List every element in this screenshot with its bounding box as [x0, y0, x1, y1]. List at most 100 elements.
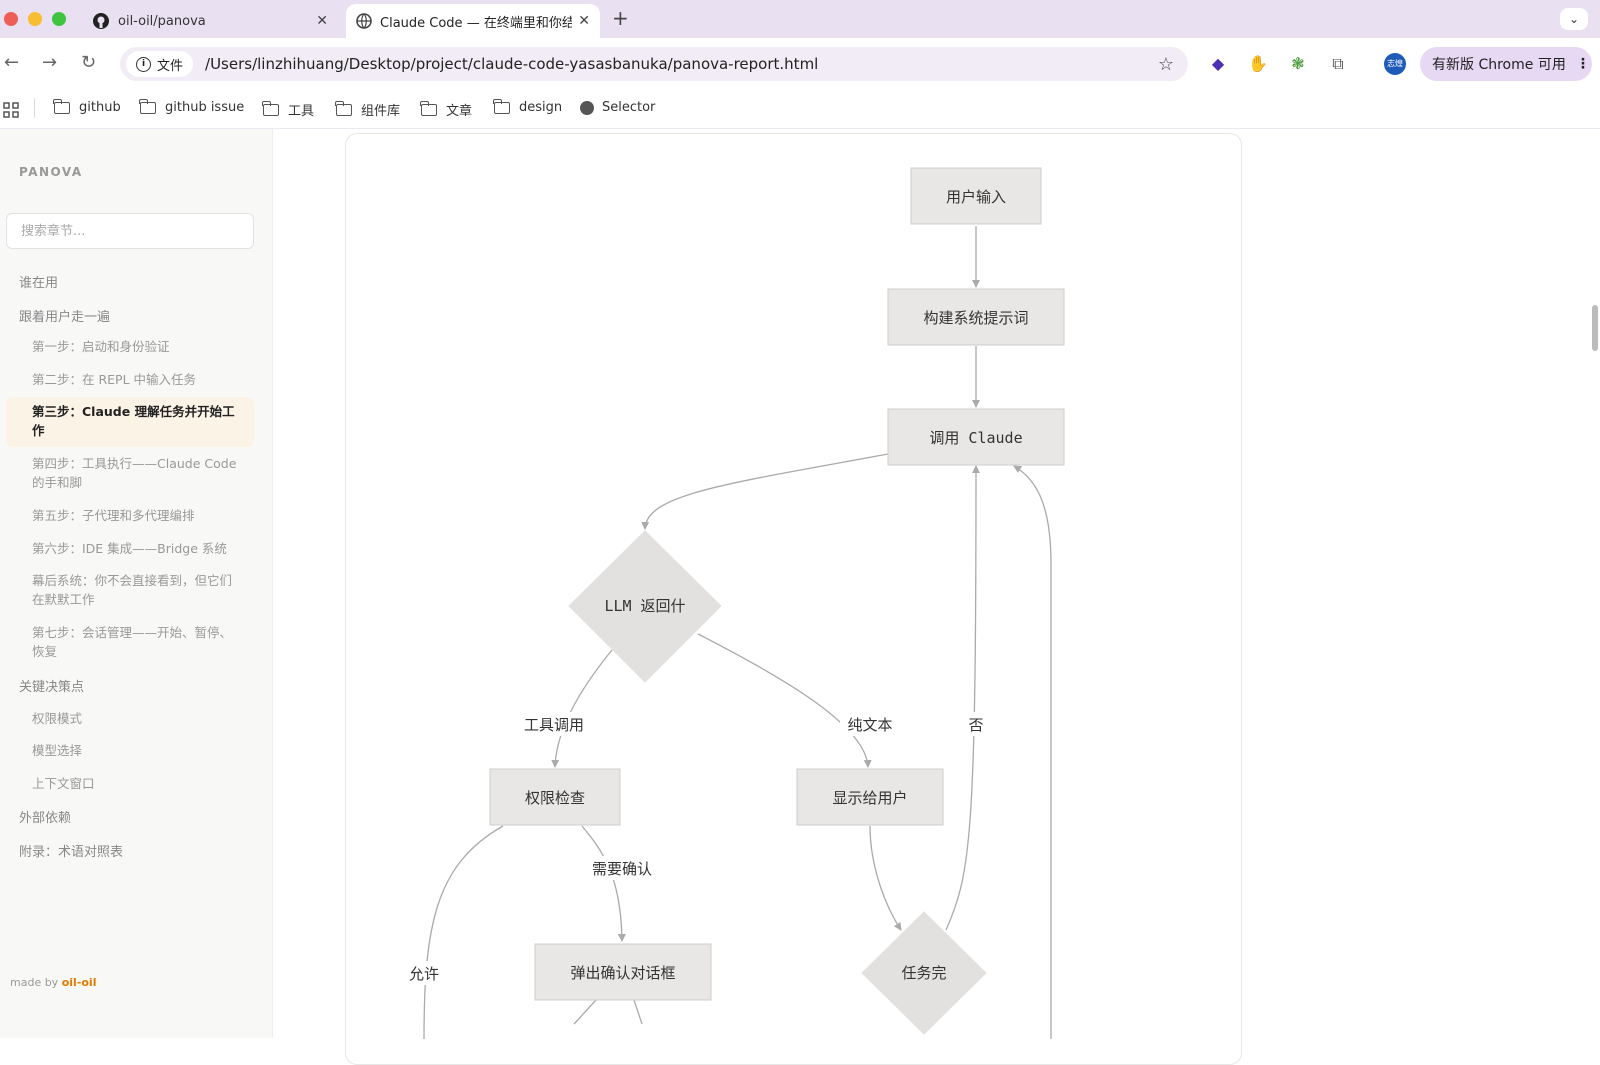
bookmark-label: github issue [165, 100, 245, 115]
folder-icon [420, 100, 437, 116]
edge-llm-to-display [697, 633, 872, 768]
edge-permission-to-dialog [581, 825, 626, 942]
site-info-chip[interactable]: i 文件 [126, 51, 194, 77]
github-icon [93, 13, 109, 29]
bookmark-github[interactable]: github [53, 98, 121, 115]
tab-panova-github[interactable]: oil-oil/panova ✕ [82, 4, 338, 38]
apps-grid-icon[interactable] [3, 102, 19, 118]
extension-molecule-icon[interactable]: ❃ [1288, 54, 1308, 74]
flowchart-diagram: 用户输入 构建系统提示词 调用 Claude LLM 返回什 权限检查 显示给用… [404, 167, 1065, 1040]
node-confirm-dialog-label: 弹出确认对话框 [570, 964, 675, 982]
node-task-done-label: 任务完 [901, 964, 946, 982]
tab-title: Claude Code — 在终端里和你结 [380, 15, 573, 31]
edge-loop-to-claude [1013, 465, 1052, 1039]
bookmark-label: design [519, 100, 563, 115]
tab-title: oil-oil/panova [118, 13, 206, 29]
sidebar-item-who-uses[interactable]: 谁在用 [19, 272, 249, 291]
made-by-footer: made by oil-oil [10, 976, 96, 989]
close-window-button[interactable] [4, 12, 18, 26]
sidebar-item-step5[interactable]: 第五步：子代理和多代理编排 [32, 506, 244, 525]
sidebar-item-step6[interactable]: 第六步：IDE 集成——Bridge 系统 [32, 539, 244, 558]
main-content: 用户输入 构建系统提示词 调用 Claude LLM 返回什 权限检查 显示给用… [273, 129, 1600, 1065]
tab-search-chevron-icon[interactable]: ⌄ [1560, 8, 1588, 30]
footer-author-link[interactable]: oil-oil [62, 976, 97, 989]
tab-strip: oil-oil/panova ✕ Claude Code — 在终端里和你结 ✕… [0, 0, 1600, 38]
sidebar-item-walkthrough[interactable]: 跟着用户走一遍 [19, 306, 249, 325]
bookmark-design[interactable]: design [493, 98, 563, 115]
folder-icon [493, 98, 510, 114]
update-label: 有新版 Chrome 可用 [1432, 57, 1566, 73]
sidebar-item-step7[interactable]: 第七步：会话管理——开始、暂停、恢复 [32, 623, 244, 661]
bookmark-articles[interactable]: 文章 [420, 100, 473, 119]
new-tab-button[interactable]: + [612, 6, 629, 30]
address-bar[interactable]: i 文件 /Users/linzhihuang/Desktop/project/c… [120, 47, 1188, 81]
edge-label-no: 否 [968, 716, 983, 734]
sidebar-item-external-deps[interactable]: 外部依赖 [19, 807, 249, 826]
edge-label-need-confirm: 需要确认 [592, 860, 652, 878]
page-scrollbar[interactable] [1592, 305, 1598, 351]
sidebar: PANOVA 谁在用 跟着用户走一遍 第一步：启动和身份验证 第二步：在 REP… [0, 129, 273, 1038]
node-call-claude-label: 调用 Claude [929, 429, 1022, 447]
more-menu-icon[interactable]: ⋮ [1576, 56, 1590, 72]
sidebar-item-step4[interactable]: 第四步：工具执行——Claude Code 的手和脚 [32, 454, 244, 492]
node-llm-returns-label: LLM 返回什 [604, 597, 685, 615]
sidebar-item-step3[interactable]: 第三步：Claude 理解任务并开始工作 [32, 402, 244, 440]
sidebar-item-step1[interactable]: 第一步：启动和身份验证 [32, 337, 244, 356]
bookmarks-bar: github github issue 工具 组件库 文章 design Sel… [0, 90, 1600, 129]
sidebar-item-permission-modes[interactable]: 权限模式 [32, 709, 244, 728]
edge-display-to-done [869, 825, 902, 931]
forward-arrow-icon[interactable]: → [42, 52, 57, 73]
profile-avatar[interactable]: 志煌 [1384, 53, 1406, 75]
edge-dialog-bottom-right [633, 999, 643, 1025]
globe-icon [580, 100, 594, 115]
update-chrome-button[interactable]: 有新版 Chrome 可用 ⋮ [1420, 47, 1592, 81]
browser-toolbar: ← → ↻ i 文件 /Users/linzhihuang/Desktop/pro… [0, 38, 1600, 90]
edge-llm-to-permission [551, 649, 613, 768]
globe-icon [356, 13, 372, 29]
back-arrow-icon[interactable]: ← [4, 52, 19, 73]
close-tab-icon[interactable]: ✕ [316, 13, 328, 29]
chapter-search-input[interactable] [6, 213, 254, 249]
edge-dialog-bottom-left [573, 999, 597, 1025]
info-icon: i [136, 56, 151, 72]
flowchart-nodes: 用户输入 构建系统提示词 调用 Claude LLM 返回什 权限检查 显示给用… [489, 167, 1065, 1035]
bookmark-github-issue[interactable]: github issue [139, 98, 245, 115]
edge-permission-allow [423, 825, 504, 1040]
bookmark-star-icon[interactable]: ☆ [1158, 54, 1174, 75]
bookmark-label: 组件库 [361, 104, 401, 119]
sidebar-item-model-selection[interactable]: 模型选择 [32, 741, 244, 760]
bookmark-components[interactable]: 组件库 [335, 100, 401, 119]
bookmark-selector[interactable]: Selector [580, 100, 655, 115]
sidebar-item-behind-scenes[interactable]: 幕后系统：你不会直接看到，但它们在默默工作 [32, 571, 244, 609]
footer-prefix: made by [10, 976, 59, 989]
folder-icon [139, 98, 156, 114]
flowchart-card: 用户输入 构建系统提示词 调用 Claude LLM 返回什 权限检查 显示给用… [345, 133, 1242, 1065]
extension-diamond-icon[interactable]: ◆ [1208, 54, 1228, 74]
bookmark-label: 文章 [446, 104, 473, 119]
folder-icon [335, 100, 352, 116]
edge-label-allow: 允许 [409, 965, 439, 983]
sidebar-item-key-decisions[interactable]: 关键决策点 [19, 676, 249, 695]
edge-label-plain-text: 纯文本 [847, 716, 892, 734]
tab-claude-code-report[interactable]: Claude Code — 在终端里和你结 ✕ [346, 4, 600, 38]
url-text[interactable]: /Users/linzhihuang/Desktop/project/claud… [205, 55, 1158, 73]
extension-hand-icon[interactable]: ✋ [1248, 54, 1268, 74]
bookmark-label: github [79, 100, 121, 115]
edge-label-tool-call: 工具调用 [524, 716, 584, 734]
maximize-window-button[interactable] [52, 12, 66, 26]
sidebar-item-glossary[interactable]: 附录：术语对照表 [19, 841, 249, 860]
reload-icon[interactable]: ↻ [81, 52, 96, 73]
folder-icon [262, 100, 279, 116]
node-permission-check-label: 权限检查 [525, 789, 585, 807]
minimize-window-button[interactable] [28, 12, 42, 26]
scheme-label: 文件 [157, 58, 184, 74]
bookmark-tools[interactable]: 工具 [262, 100, 314, 119]
folder-icon [53, 98, 70, 114]
brand-logo: PANOVA [19, 165, 83, 179]
edge-claude-to-llm [641, 453, 889, 530]
node-user-input-label: 用户输入 [946, 188, 1006, 206]
extensions-puzzle-icon[interactable]: ⧉ [1328, 54, 1348, 74]
sidebar-item-step2[interactable]: 第二步：在 REPL 中输入任务 [32, 370, 244, 389]
sidebar-item-context-window[interactable]: 上下文窗口 [32, 774, 244, 793]
close-tab-icon[interactable]: ✕ [578, 13, 590, 29]
